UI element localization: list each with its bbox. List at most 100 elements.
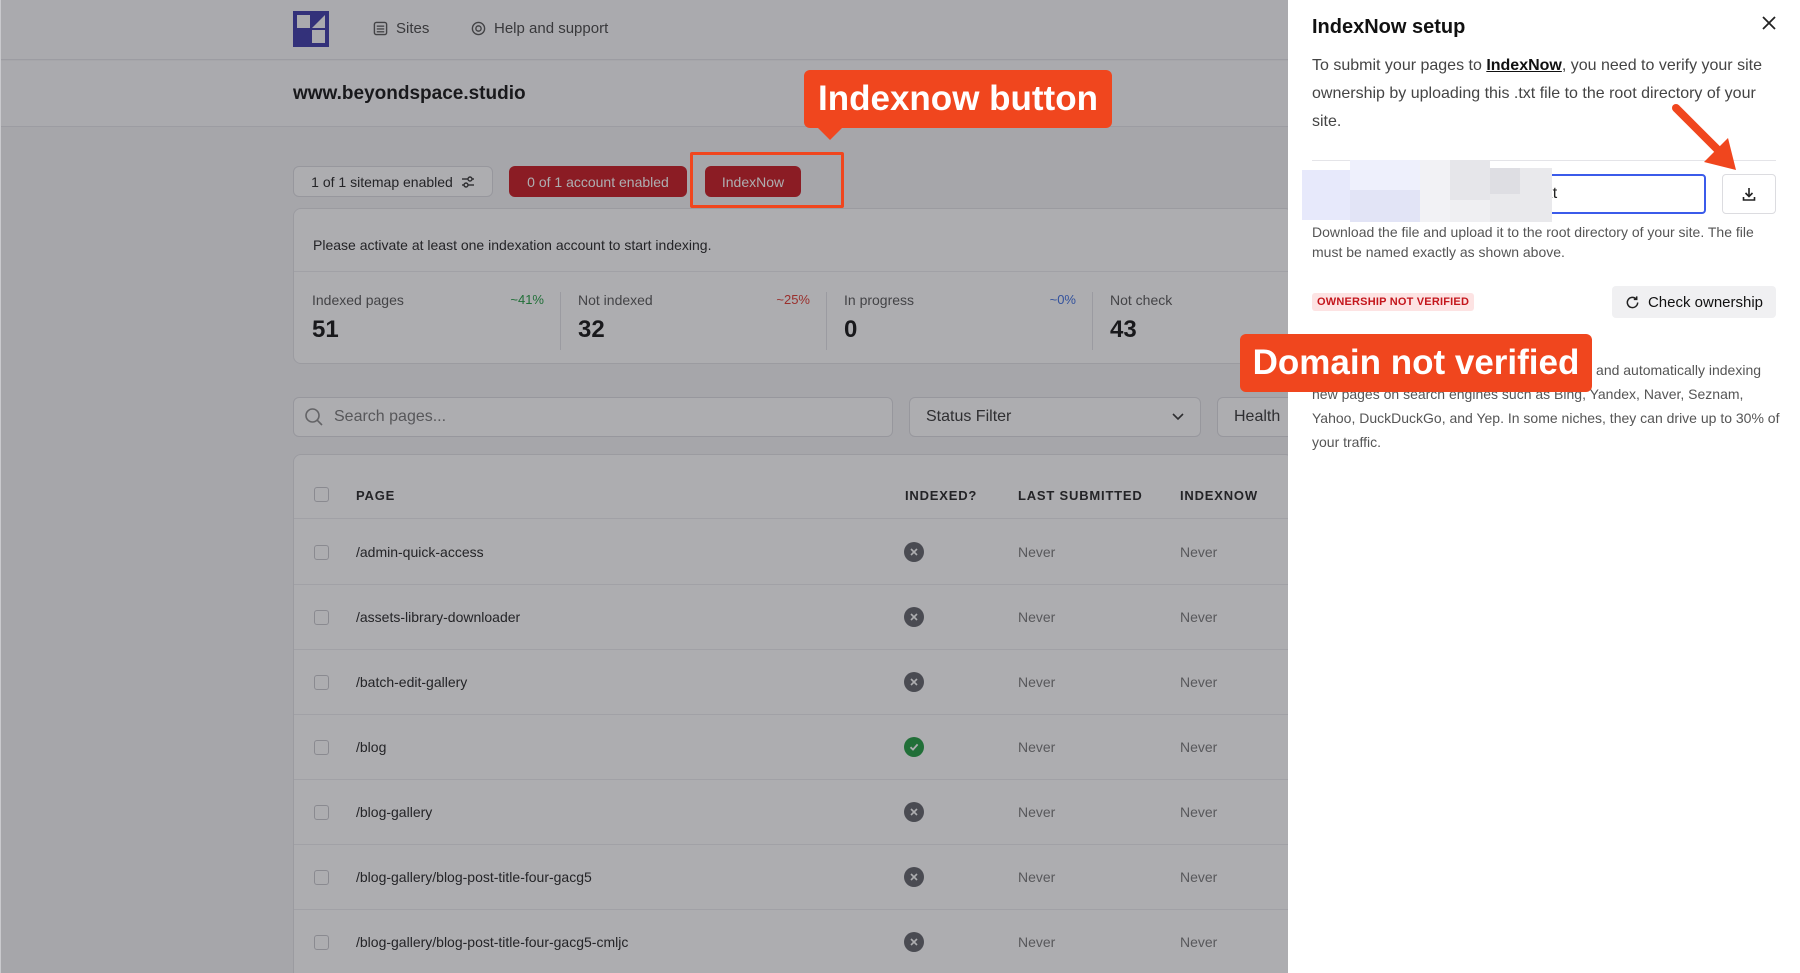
x-icon <box>910 548 918 556</box>
health-filter-label: Health <box>1234 408 1281 425</box>
download-icon <box>1742 188 1756 201</box>
table-row[interactable]: /batch-edit-gallery Never Never <box>294 650 1288 715</box>
redacted-filename <box>1302 160 1552 222</box>
page-path[interactable]: /batch-edit-gallery <box>356 674 467 690</box>
row-checkbox[interactable] <box>314 675 329 690</box>
page-path[interactable]: /blog-gallery <box>356 804 432 820</box>
stat-label: Not indexed <box>578 292 653 308</box>
stats-card: Please activate at least one indexation … <box>293 208 1288 364</box>
x-icon <box>910 678 918 686</box>
close-icon[interactable] <box>1760 14 1778 32</box>
stat-label: Indexed pages <box>312 292 404 308</box>
last-submitted: Never <box>1018 804 1056 820</box>
table-header: PAGE INDEXED? LAST SUBMITTED INDEXNOW <box>294 455 1288 519</box>
stat-value: 32 <box>578 316 605 343</box>
x-icon <box>910 613 918 621</box>
search-input[interactable] <box>334 408 834 426</box>
indexnow-date: Never <box>1180 544 1218 560</box>
status-filter-select[interactable]: Status Filter <box>909 397 1201 437</box>
indexed-status <box>904 607 924 627</box>
table-row[interactable]: /assets-library-downloader Never Never <box>294 585 1288 650</box>
check-ownership-label: Check ownership <box>1647 293 1764 311</box>
app-logo[interactable] <box>293 11 329 47</box>
stat-delta: ~25% <box>776 292 810 307</box>
sitemap-filter-button[interactable]: 1 of 1 sitemap enabled <box>293 166 493 197</box>
accounts-button[interactable]: 0 of 1 account enabled <box>509 166 687 197</box>
nav-sites[interactable]: Sites <box>373 20 429 37</box>
site-name: www.beyondspace.studio <box>293 83 526 104</box>
download-button[interactable] <box>1722 174 1776 214</box>
last-submitted: Never <box>1018 934 1056 950</box>
desc-text: To submit your pages to <box>1312 57 1487 74</box>
stats-row: Indexed pages 51 ~41% Not indexed 32 ~25… <box>294 271 1288 365</box>
row-checkbox[interactable] <box>314 805 329 820</box>
nav-help-label: Help and support <box>494 20 609 37</box>
stat-in-progress: In progress 0 ~0% <box>826 272 1092 366</box>
page-path[interactable]: /admin-quick-access <box>356 544 484 560</box>
page-path[interactable]: /blog-gallery/blog-post-title-four-gacg5 <box>356 869 592 885</box>
column-last-submitted[interactable]: LAST SUBMITTED <box>1018 488 1143 503</box>
refresh-icon <box>1626 295 1639 308</box>
indexnow-date: Never <box>1180 674 1218 690</box>
indexnow-date: Never <box>1180 869 1218 885</box>
lifebuoy-icon <box>471 21 486 36</box>
last-submitted: Never <box>1018 674 1056 690</box>
indexed-status <box>904 737 924 757</box>
indexnow-date: Never <box>1180 609 1218 625</box>
stat-label: In progress <box>844 292 915 308</box>
row-checkbox[interactable] <box>314 740 329 755</box>
indexnow-highlight-frame <box>690 152 844 208</box>
row-checkbox[interactable] <box>314 870 329 885</box>
select-all-checkbox[interactable] <box>314 487 329 502</box>
stat-delta: ~0% <box>1049 292 1076 307</box>
chevron-down-icon <box>1172 413 1184 421</box>
stat-value: 51 <box>312 316 339 343</box>
x-icon <box>910 938 918 946</box>
row-checkbox[interactable] <box>314 545 329 560</box>
indexed-status <box>904 867 924 887</box>
activation-notice: Please activate at least one indexation … <box>313 237 712 253</box>
last-submitted: Never <box>1018 869 1056 885</box>
indexed-status <box>904 932 924 952</box>
table-row[interactable]: /blog Never Never <box>294 715 1288 780</box>
stat-label: Not check <box>1110 292 1173 308</box>
table-row[interactable]: /blog-gallery/blog-post-title-four-gacg5… <box>294 910 1288 973</box>
x-icon <box>910 873 918 881</box>
stat-delta: ~41% <box>510 292 544 307</box>
page-path[interactable]: /blog-gallery/blog-post-title-four-gacg5… <box>356 934 628 950</box>
row-checkbox[interactable] <box>314 935 329 950</box>
annotation-indexnow-button: Indexnow button <box>804 70 1112 140</box>
status-filter-label: Status Filter <box>926 408 1012 425</box>
row-checkbox[interactable] <box>314 610 329 625</box>
table-row[interactable]: /blog-gallery Never Never <box>294 780 1288 845</box>
sitemap-filter-label: 1 of 1 sitemap enabled <box>311 173 453 190</box>
search-box[interactable] <box>293 397 893 437</box>
status-badge: OWNERSHIP NOT VERIFIED <box>1312 293 1475 311</box>
stat-not-indexed: Not indexed 32 ~25% <box>560 272 826 366</box>
nav-sites-label: Sites <box>396 20 430 37</box>
panel-title: IndexNow setup <box>1312 16 1466 38</box>
search-icon <box>305 408 323 426</box>
table-row[interactable]: /admin-quick-access Never Never <box>294 520 1288 585</box>
indexnow-link[interactable]: IndexNow <box>1486 57 1562 74</box>
indexed-status <box>904 542 924 562</box>
indexed-status <box>904 672 924 692</box>
column-page[interactable]: PAGE <box>356 488 395 503</box>
column-indexed[interactable]: INDEXED? <box>905 488 977 503</box>
x-icon <box>910 808 918 816</box>
pages-table: PAGE INDEXED? LAST SUBMITTED INDEXNOW /a… <box>293 454 1288 973</box>
last-submitted: Never <box>1018 544 1056 560</box>
main-app: Sites Help and support www.beyondspace.s… <box>0 0 1288 973</box>
nav-help[interactable]: Help and support <box>471 20 608 37</box>
sliders-icon <box>461 175 474 188</box>
last-submitted: Never <box>1018 609 1056 625</box>
indexnow-date: Never <box>1180 739 1218 755</box>
check-ownership-button[interactable]: Check ownership <box>1612 286 1776 318</box>
stat-value: 0 <box>844 316 858 343</box>
table-row[interactable]: /blog-gallery/blog-post-title-four-gacg5… <box>294 845 1288 910</box>
page-path[interactable]: /blog <box>356 739 386 755</box>
column-indexnow[interactable]: INDEXNOW <box>1180 488 1258 503</box>
health-filter-select[interactable]: Health <box>1217 397 1288 437</box>
page-path[interactable]: /assets-library-downloader <box>356 609 520 625</box>
last-submitted: Never <box>1018 739 1056 755</box>
